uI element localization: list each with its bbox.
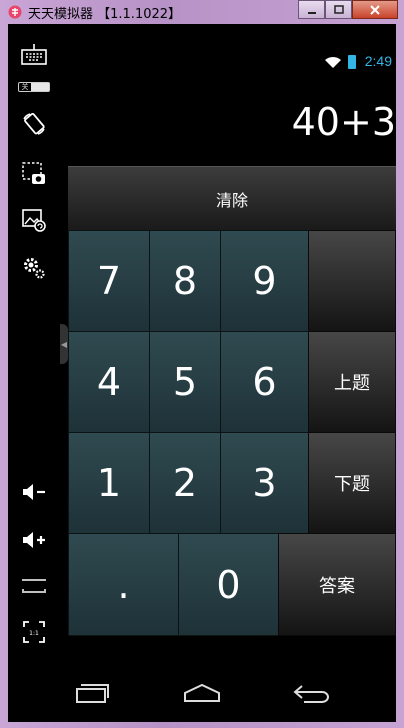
- digit-5-button[interactable]: 5: [149, 331, 221, 433]
- volume-up-button[interactable]: [20, 526, 48, 554]
- title-bar[interactable]: 天天模拟器 【1.1.1022】: [0, 0, 404, 24]
- clear-button[interactable]: 清除: [68, 166, 396, 230]
- keyboard-button[interactable]: [20, 40, 48, 68]
- menu-icon: [22, 579, 46, 593]
- menu-button[interactable]: [20, 572, 48, 600]
- fit-screen-icon: 1:1: [23, 621, 45, 643]
- wifi-icon: [325, 56, 341, 68]
- image-sync-icon: [22, 209, 46, 232]
- navigation-bar: [8, 664, 396, 722]
- recent-apps-icon: [76, 684, 109, 703]
- emulator-window: 天天模拟器 【1.1.1022】 关 1:1 ◀ 2:49 40+3 清除 7 …: [0, 0, 404, 728]
- maximize-icon: [333, 4, 344, 14]
- status-time: 2:49: [364, 53, 392, 69]
- back-button[interactable]: [290, 678, 334, 708]
- digit-7-button[interactable]: 7: [68, 230, 150, 332]
- next-question-button[interactable]: 下题: [308, 432, 396, 534]
- gear-icon: [24, 258, 45, 279]
- expression-display: 40+3: [291, 100, 396, 144]
- battery-icon: [348, 55, 356, 69]
- volume-down-icon: [23, 484, 45, 500]
- rotate-button[interactable]: [20, 110, 48, 138]
- status-bar: 2:49: [68, 52, 396, 72]
- decimal-point-button[interactable]: .: [68, 533, 179, 636]
- chevron-left-icon: ◀: [60, 339, 68, 349]
- home-button[interactable]: [180, 678, 224, 708]
- keyboard-icon: [21, 44, 47, 65]
- volume-up-icon: [23, 532, 45, 548]
- ratio-button[interactable]: 1:1: [20, 618, 48, 646]
- minimize-button[interactable]: [298, 0, 325, 19]
- emulator-screen: 关 1:1 ◀ 2:49 40+3 清除 7 8 9 4 5 6 上题 1 2 …: [8, 24, 396, 722]
- ratio-label: 1:1: [29, 630, 39, 637]
- keyboard-toggle[interactable]: 关: [18, 82, 50, 92]
- answer-button[interactable]: 答案: [278, 533, 396, 636]
- add-image-button[interactable]: [20, 206, 48, 234]
- home-icon: [184, 683, 220, 702]
- digit-1-button[interactable]: 1: [68, 432, 150, 534]
- volume-down-button[interactable]: [20, 478, 48, 506]
- sidebar-collapse-handle[interactable]: ◀: [60, 324, 68, 364]
- app-logo-icon: [8, 5, 22, 19]
- digit-6-button[interactable]: 6: [220, 331, 309, 433]
- recent-apps-button[interactable]: [70, 678, 114, 708]
- window-title: 天天模拟器 【1.1.1022】: [28, 7, 182, 22]
- minimize-icon: [307, 11, 316, 14]
- close-button[interactable]: [352, 0, 398, 19]
- settings-button[interactable]: [20, 254, 48, 282]
- digit-4-button[interactable]: 4: [68, 331, 150, 433]
- emulator-sidebar: 关 1:1: [8, 24, 60, 664]
- rotate-icon: [23, 112, 45, 135]
- digit-0-button[interactable]: 0: [178, 533, 279, 636]
- maximize-button[interactable]: [325, 0, 352, 19]
- digit-8-button[interactable]: 8: [149, 230, 221, 332]
- digit-9-button[interactable]: 9: [220, 230, 309, 332]
- digit-2-button[interactable]: 2: [149, 432, 221, 534]
- digit-3-button[interactable]: 3: [220, 432, 309, 534]
- screenshot-icon: [22, 162, 45, 184]
- close-icon: [370, 4, 380, 15]
- blank-button[interactable]: [308, 230, 396, 332]
- previous-question-button[interactable]: 上题: [308, 331, 396, 433]
- toggle-knob: [31, 83, 49, 91]
- toggle-label: 关: [21, 83, 29, 91]
- screenshot-button[interactable]: [20, 160, 48, 188]
- back-arrow-icon: [293, 685, 329, 703]
